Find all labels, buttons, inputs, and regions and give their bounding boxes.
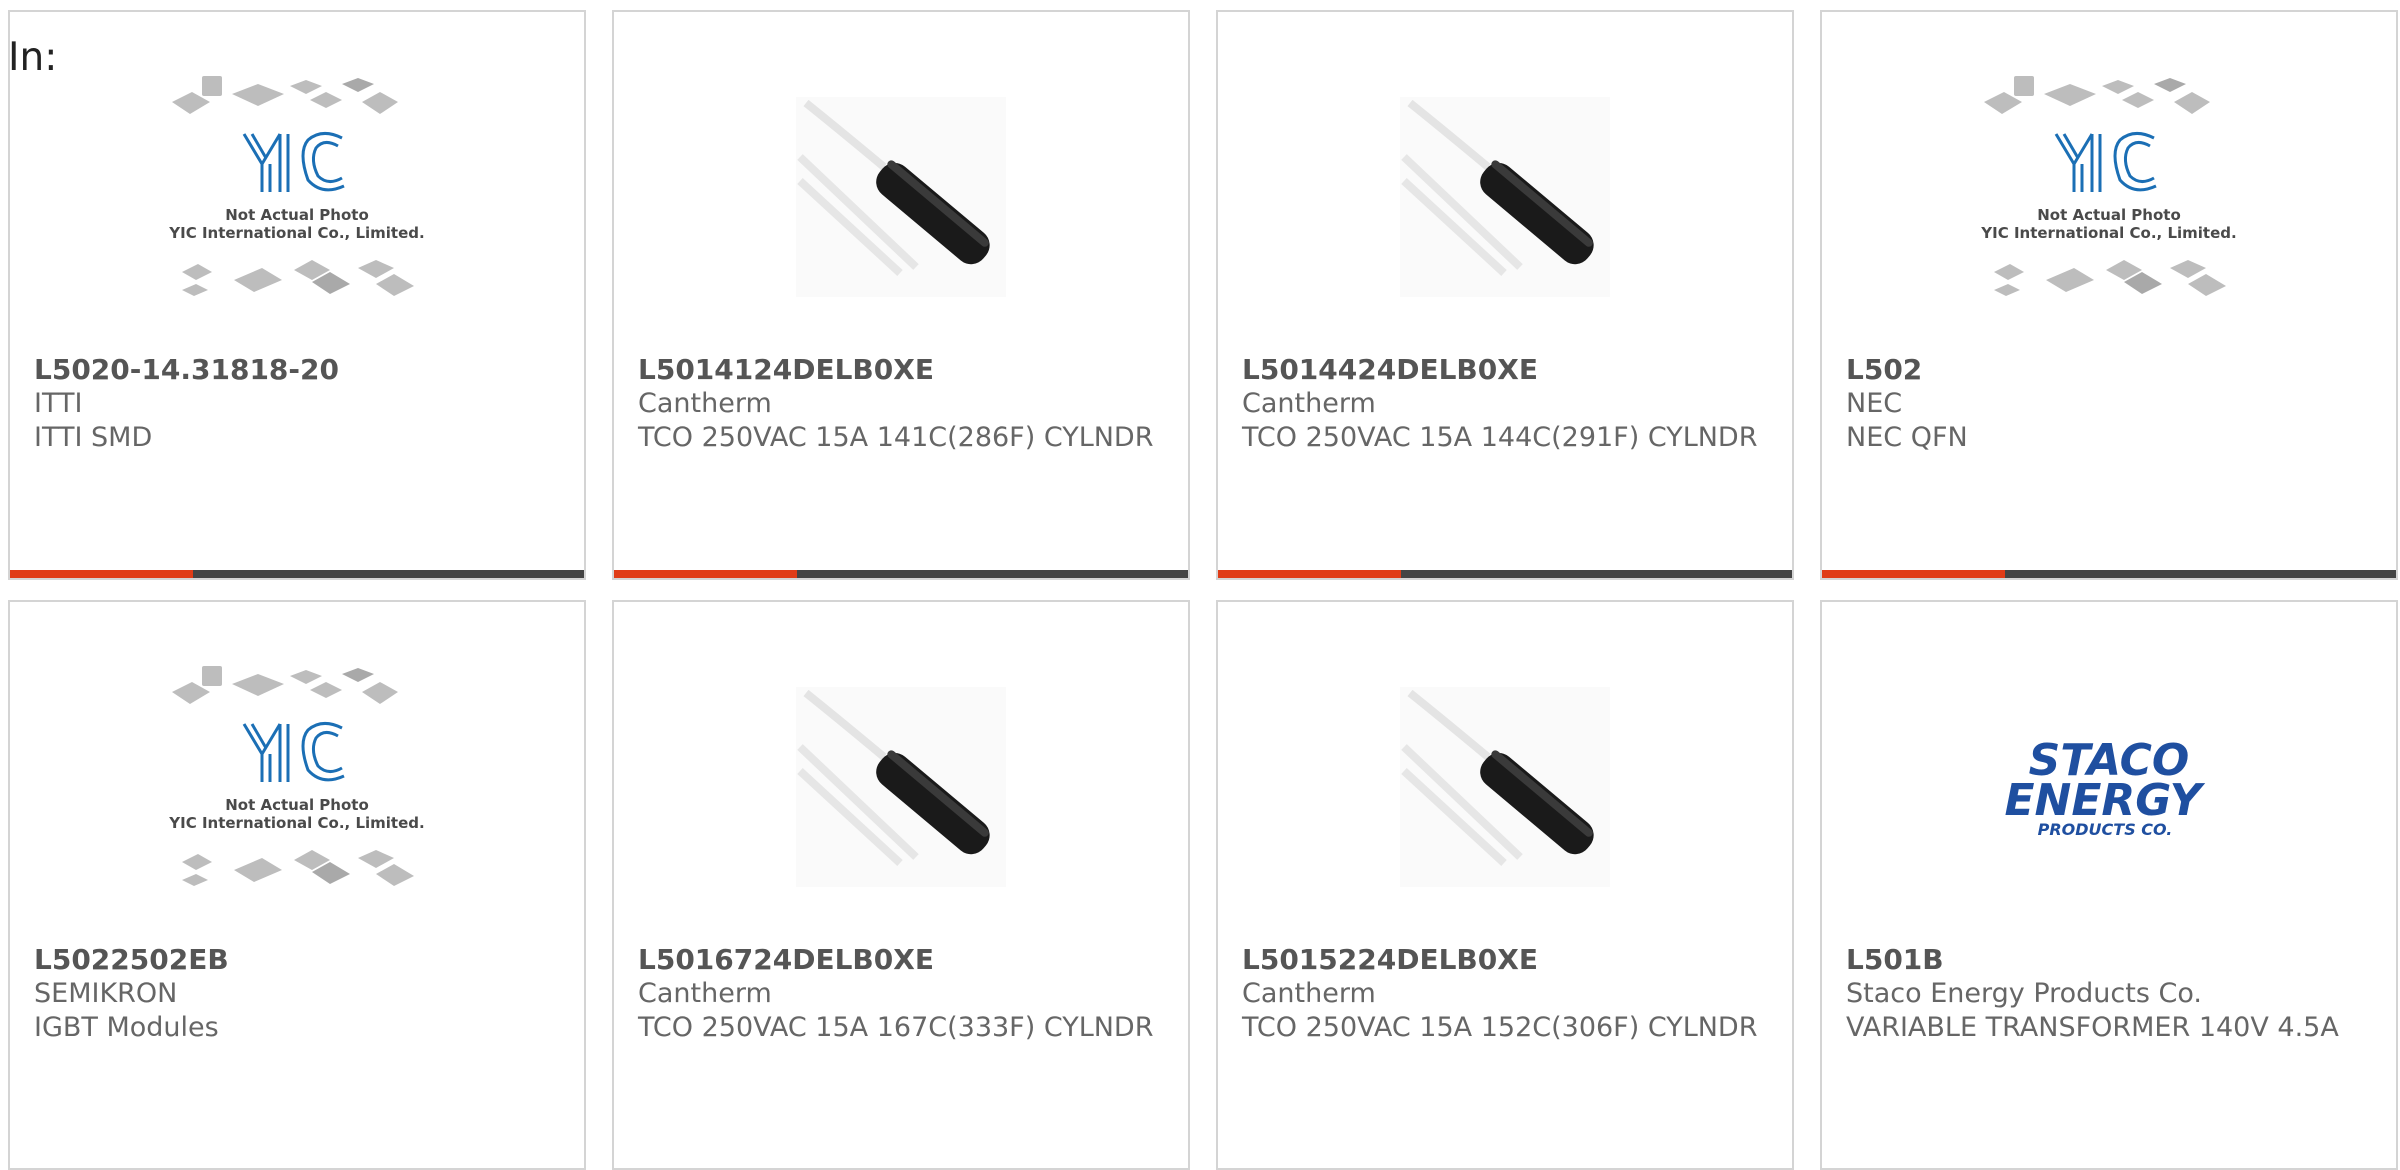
results-in-label: In: xyxy=(8,35,58,80)
svg-text:PRODUCTS CO.: PRODUCTS CO. xyxy=(2038,820,2173,839)
manufacturer: ITTI xyxy=(34,388,83,419)
svg-text:Not Actual Photo: Not Actual Photo xyxy=(225,796,369,814)
description: TCO 250VAC 15A 144C(291F) CYLNDR xyxy=(1242,422,1758,453)
description: VARIABLE TRANSFORMER 140V 4.5A xyxy=(1846,1012,2339,1043)
part-number-link[interactable]: L502 xyxy=(1846,353,2376,387)
part-number-link[interactable]: L5014424DELB0XE xyxy=(1242,353,1772,387)
manufacturer: Cantherm xyxy=(638,388,772,419)
description: TCO 250VAC 15A 141C(286F) CYLNDR xyxy=(638,422,1154,453)
product-info: L5014124DELB0XE Cantherm TCO 250VAC 15A … xyxy=(638,353,1168,455)
part-number-link[interactable]: L501B xyxy=(1846,943,2376,977)
not-actual-photo-placeholder: Not Actual Photo YIC International Co., … xyxy=(1980,76,2237,296)
product-image[interactable] xyxy=(614,662,1188,912)
svg-text:YIC International Co., Limited: YIC International Co., Limited. xyxy=(168,224,424,242)
part-number-link[interactable]: L5014124DELB0XE xyxy=(638,353,1168,387)
description: TCO 250VAC 15A 167C(333F) CYLNDR xyxy=(638,1012,1154,1043)
not-actual-photo-placeholder: Not Actual Photo YIC International Co., … xyxy=(168,76,425,296)
description: IGBT Modules xyxy=(34,1012,219,1043)
part-number-link[interactable]: L5016724DELB0XE xyxy=(638,943,1168,977)
product-image[interactable]: STACO ENERGY PRODUCTS CO. xyxy=(1822,662,2396,912)
thermal-cutoff-photo xyxy=(796,97,1006,297)
part-number-link[interactable]: L5020-14.31818-20 xyxy=(34,353,564,387)
svg-text:Not Actual Photo: Not Actual Photo xyxy=(2037,206,2181,224)
thermal-cutoff-photo xyxy=(1400,687,1610,887)
card-accent-bar xyxy=(10,570,584,578)
manufacturer: Staco Energy Products Co. xyxy=(1846,978,2202,1009)
product-info: L5015224DELB0XE Cantherm TCO 250VAC 15A … xyxy=(1242,943,1772,1045)
product-card[interactable]: Not Actual Photo YIC International Co., … xyxy=(8,10,586,580)
product-image[interactable]: Not Actual Photo YIC International Co., … xyxy=(10,662,584,912)
thermal-cutoff-photo xyxy=(796,687,1006,887)
svg-text:ENERGY: ENERGY xyxy=(2004,775,2205,826)
product-card[interactable]: Not Actual Photo YIC International Co., … xyxy=(1820,10,2398,580)
manufacturer: Cantherm xyxy=(638,978,772,1009)
part-number-link[interactable]: L5022502EB xyxy=(34,943,564,977)
description: ITTI SMD xyxy=(34,422,153,453)
description: NEC QFN xyxy=(1846,422,1968,453)
manufacturer: Cantherm xyxy=(1242,388,1376,419)
product-info: L501B Staco Energy Products Co. VARIABLE… xyxy=(1846,943,2376,1045)
manufacturer: NEC xyxy=(1846,388,1903,419)
product-image[interactable] xyxy=(1218,72,1792,322)
product-card[interactable]: Not Actual Photo YIC International Co., … xyxy=(8,600,586,1170)
product-card[interactable]: L5014424DELB0XE Cantherm TCO 250VAC 15A … xyxy=(1216,10,1794,580)
not-actual-photo-placeholder: Not Actual Photo YIC International Co., … xyxy=(168,666,425,886)
svg-text:YIC International Co., Limited: YIC International Co., Limited. xyxy=(1980,224,2236,242)
manufacturer: SEMIKRON xyxy=(34,978,178,1009)
product-card[interactable]: L5014124DELB0XE Cantherm TCO 250VAC 15A … xyxy=(612,10,1190,580)
svg-text:YIC International Co., Limited: YIC International Co., Limited. xyxy=(168,814,424,832)
product-image[interactable]: Not Actual Photo YIC International Co., … xyxy=(10,72,584,322)
part-number-link[interactable]: L5015224DELB0XE xyxy=(1242,943,1772,977)
product-info: L5022502EB SEMIKRON IGBT Modules xyxy=(34,943,564,1045)
thermal-cutoff-photo xyxy=(1400,97,1610,297)
staco-energy-logo: STACO ENERGY PRODUCTS CO. xyxy=(2004,735,2205,839)
product-card[interactable]: L5016724DELB0XE Cantherm TCO 250VAC 15A … xyxy=(612,600,1190,1170)
product-info: L5016724DELB0XE Cantherm TCO 250VAC 15A … xyxy=(638,943,1168,1045)
product-image[interactable] xyxy=(614,72,1188,322)
product-card[interactable]: L5015224DELB0XE Cantherm TCO 250VAC 15A … xyxy=(1216,600,1794,1170)
product-image[interactable]: Not Actual Photo YIC International Co., … xyxy=(1822,72,2396,322)
description: TCO 250VAC 15A 152C(306F) CYLNDR xyxy=(1242,1012,1758,1043)
svg-text:Not Actual Photo: Not Actual Photo xyxy=(225,206,369,224)
product-info: L5014424DELB0XE Cantherm TCO 250VAC 15A … xyxy=(1242,353,1772,455)
product-card[interactable]: STACO ENERGY PRODUCTS CO. L501B Staco En… xyxy=(1820,600,2398,1170)
product-info: L5020-14.31818-20 ITTI ITTI SMD xyxy=(34,353,564,455)
card-accent-bar xyxy=(1218,570,1792,578)
product-image[interactable] xyxy=(1218,662,1792,912)
card-accent-bar xyxy=(614,570,1188,578)
product-info: L502 NEC NEC QFN xyxy=(1846,353,2376,455)
manufacturer: Cantherm xyxy=(1242,978,1376,1009)
card-accent-bar xyxy=(1822,570,2396,578)
